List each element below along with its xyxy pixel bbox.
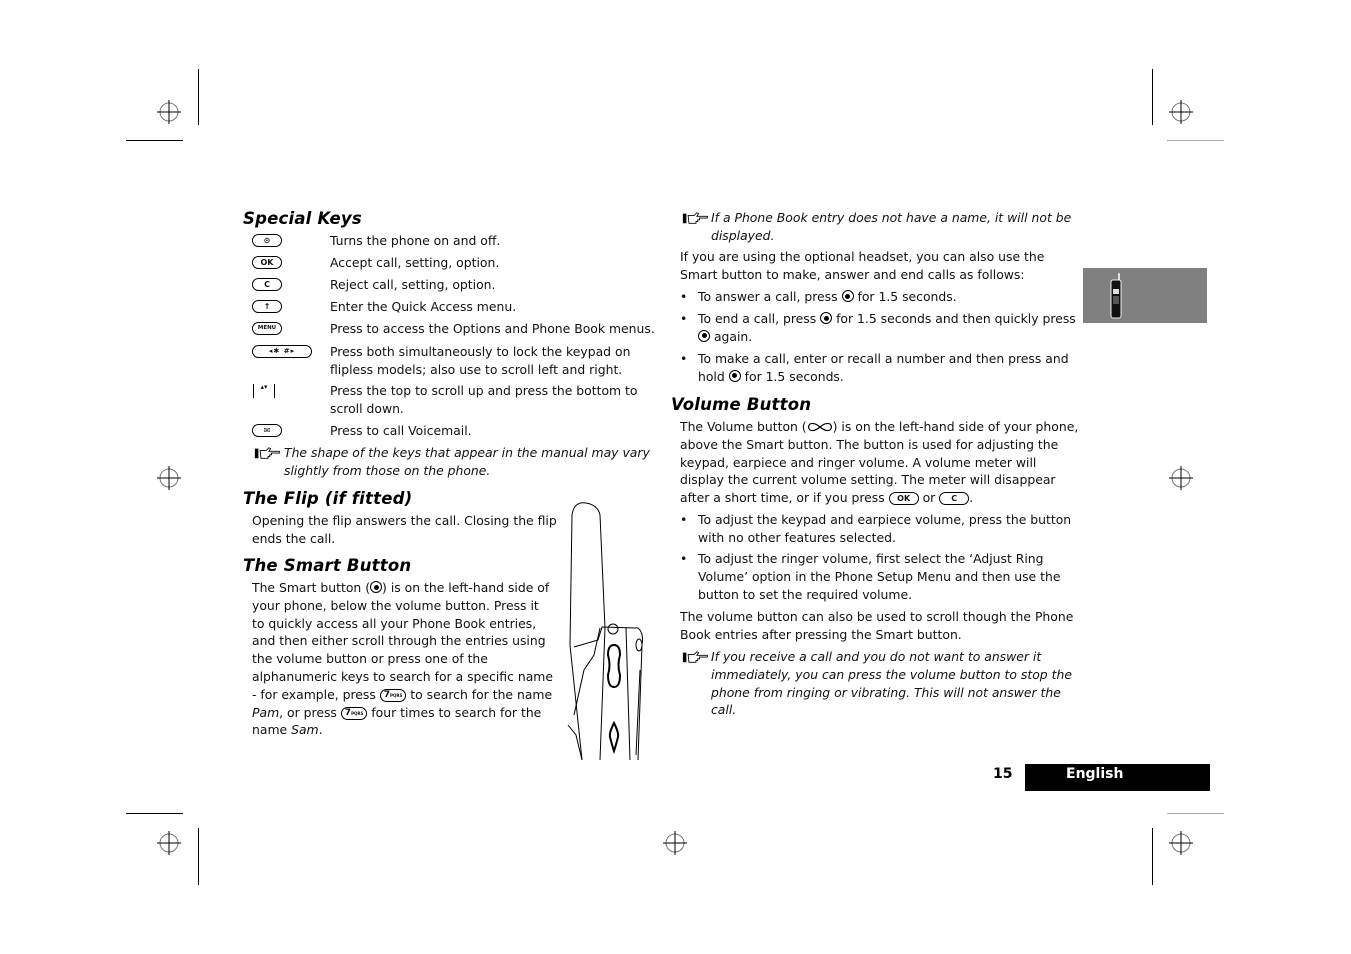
- volume-scroll-text: The volume button can also be used to sc…: [680, 609, 1074, 642]
- flip-heading: The Flip (if fitted): [243, 489, 413, 508]
- phone-book-note: If a Phone Book entry does not have a na…: [680, 209, 1080, 245]
- ringing-note-text: If you receive a call and you do not wan…: [711, 649, 1072, 718]
- text-run: .: [318, 722, 323, 738]
- bullet-dot: •: [680, 351, 688, 366]
- smart-button-icon: [370, 581, 383, 593]
- text-run: for 1.5 seconds and then quickly press: [832, 311, 1076, 326]
- bullet-text: To make a call, enter or recall a number…: [698, 350, 1083, 386]
- volume-button-heading: Volume Button: [671, 395, 812, 414]
- crop-line: [1167, 813, 1224, 814]
- registration-mark-icon: [1169, 100, 1193, 124]
- quick-access-key-icon: ↑: [252, 300, 282, 313]
- note-pointing-hand-icon: [254, 447, 280, 459]
- registration-mark-icon: [157, 100, 181, 124]
- text-run: for 1.5 seconds.: [853, 289, 957, 304]
- smart-button-icon: [728, 369, 741, 382]
- ringing-note: If you receive a call and you do not wan…: [680, 648, 1075, 719]
- text-run: The Volume button (: [680, 419, 807, 434]
- bullet-dot: •: [680, 311, 688, 326]
- text-run: .: [969, 490, 974, 506]
- ok-key-icon: OK: [888, 492, 919, 506]
- text-run: ) is on the left-hand side of your phone…: [252, 580, 553, 702]
- volume-button-text: The Volume button () is on the left-hand…: [680, 418, 1083, 507]
- special-keys-heading: Special Keys: [243, 209, 362, 228]
- key-description: Accept call, setting, option.: [330, 255, 500, 270]
- smart-button-icon: [841, 290, 854, 302]
- menu-key-icon: MENU: [252, 322, 282, 335]
- text-run: The Smart button (: [252, 580, 371, 595]
- power-key-icon: ⊙: [252, 234, 282, 247]
- key-description: Press to access the Options and Phone Bo…: [330, 321, 655, 336]
- crop-line: [1152, 69, 1153, 125]
- phone-book-note-text: If a Phone Book entry does not have a na…: [711, 210, 1072, 243]
- bullet-dot: •: [680, 512, 688, 527]
- mobile-phone-icon: [1110, 273, 1122, 319]
- text-run: again.: [710, 328, 753, 344]
- voicemail-key-icon: ✉: [252, 424, 282, 437]
- example-name: Sam: [291, 722, 319, 738]
- bullet-text: To end a call, press for 1.5 seconds and…: [698, 310, 1083, 346]
- text-run: , or press: [279, 704, 341, 720]
- smart-button-icon: [820, 312, 833, 324]
- text-run: To answer a call, press: [698, 289, 842, 304]
- language-label: English: [1066, 766, 1124, 782]
- key-7-sublabel: PQRS: [390, 692, 403, 698]
- clear-key-icon: C: [252, 278, 282, 291]
- example-name: Pam: [252, 704, 280, 720]
- smart-button-text: The Smart button () is on the left-hand …: [252, 579, 554, 739]
- registration-mark-icon: [157, 466, 181, 490]
- crop-line: [126, 140, 183, 141]
- smart-button-icon: [698, 329, 710, 342]
- clear-key-icon: C: [939, 492, 970, 506]
- ok-key-icon: OK: [252, 256, 282, 269]
- volume-button-icon: [807, 422, 832, 432]
- key-description: Reject call, setting, option.: [330, 277, 496, 292]
- text-run: to search for the name: [406, 686, 553, 702]
- crop-line: [126, 813, 183, 814]
- key-description: Press both simultaneously to lock the ke…: [330, 344, 631, 377]
- crop-line: [198, 69, 199, 125]
- chapter-tab: [1083, 268, 1207, 323]
- bullet-text: To answer a call, press for 1.5 seconds.: [698, 288, 1083, 306]
- bullet-text: To adjust the keypad and earpiece volume…: [698, 512, 1072, 545]
- star-hash-keys-icon: ◂✱ #▸: [252, 345, 312, 358]
- bullet-dot: •: [680, 551, 688, 566]
- smart-button-heading: The Smart Button: [243, 556, 412, 575]
- page-number: 15: [993, 766, 1013, 782]
- key-7-icon: 7PQRS: [379, 688, 407, 702]
- registration-mark-icon: [157, 831, 181, 855]
- scroll-key-icon: ▴▾: [253, 384, 275, 398]
- text-run: or: [918, 490, 940, 506]
- note-pointing-hand-icon: [682, 212, 708, 224]
- text-run: To end a call, press: [698, 311, 821, 326]
- flip-text: Opening the flip answers the call. Closi…: [252, 513, 557, 546]
- crop-line: [1167, 140, 1224, 141]
- crop-line: [1152, 828, 1153, 885]
- registration-mark-icon: [1169, 466, 1193, 490]
- key-7-sublabel: PQRS: [351, 710, 364, 716]
- bullet-text: To adjust the ringer volume, first selec…: [698, 551, 1061, 602]
- key-description: Enter the Quick Access menu.: [330, 299, 517, 314]
- key-description: Press to call Voicemail.: [330, 423, 472, 438]
- key-7-icon: 7PQRS: [340, 706, 368, 720]
- key-description: Turns the phone on and off.: [330, 233, 501, 248]
- keys-note-text: The shape of the keys that appear in the…: [284, 445, 650, 478]
- registration-mark-icon: [663, 831, 687, 855]
- text-run: for 1.5 seconds.: [740, 368, 844, 384]
- crop-line: [198, 828, 199, 885]
- note-pointing-hand-icon: [682, 651, 708, 663]
- headset-intro: If you are using the optional headset, y…: [680, 249, 1045, 282]
- registration-mark-icon: [1169, 831, 1193, 855]
- key-description: Press the top to scroll up and press the…: [330, 383, 638, 416]
- phone-side-illustration: [567, 502, 643, 760]
- keys-note: The shape of the keys that appear in the…: [252, 444, 652, 480]
- bullet-dot: •: [680, 289, 688, 304]
